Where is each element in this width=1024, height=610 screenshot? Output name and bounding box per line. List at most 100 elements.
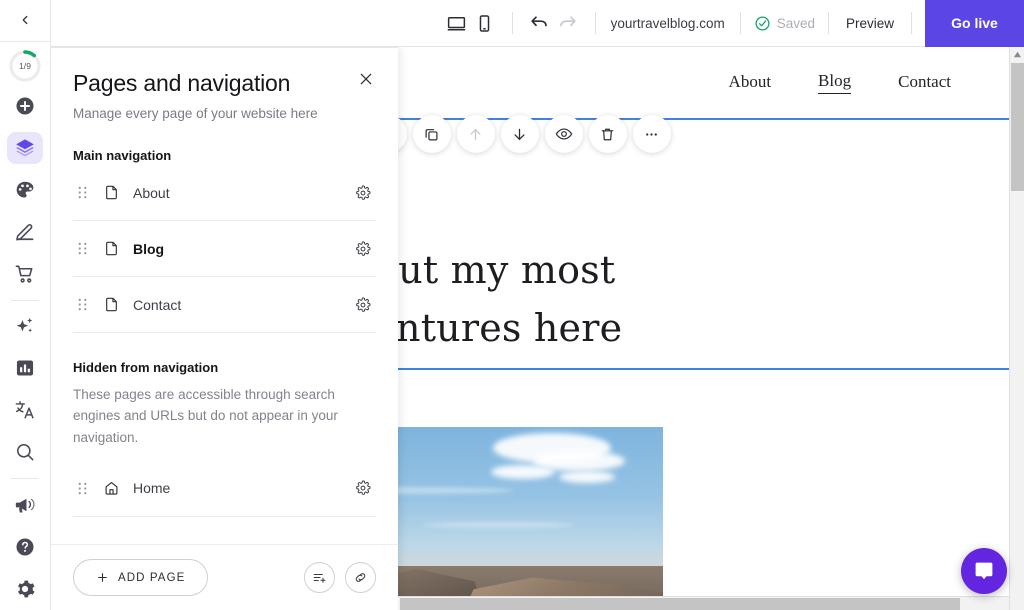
megaphone-icon [14, 494, 36, 516]
site-nav-contact[interactable]: Contact [898, 72, 951, 94]
rail-divider [11, 300, 39, 301]
layers-icon [14, 137, 36, 159]
add-page-label: ADD PAGE [118, 572, 185, 584]
drag-handle-icon[interactable] [73, 481, 91, 496]
mobile-view-button[interactable] [471, 9, 499, 37]
sidebar-item-design[interactable] [7, 174, 43, 206]
sidebar-item-edit[interactable] [7, 216, 43, 248]
website-builder-window: 1/9 [0, 0, 1024, 610]
page-settings-button[interactable] [350, 480, 376, 496]
back-button[interactable] [0, 0, 51, 42]
add-menu-item-button[interactable] [304, 562, 335, 593]
drag-dots-icon [77, 481, 88, 496]
translate-icon [14, 399, 36, 421]
undo-icon [529, 13, 550, 34]
chat-bubble-icon [972, 559, 996, 583]
mobile-icon [474, 13, 495, 34]
setup-progress-ring[interactable]: 1/9 [8, 49, 42, 83]
scroll-up-arrow-icon[interactable] [1010, 47, 1024, 62]
close-panel-button[interactable] [354, 67, 378, 91]
ellipsis-icon [643, 126, 660, 143]
sidebar-item-settings[interactable] [7, 573, 43, 605]
list-item[interactable]: Blog [73, 221, 376, 277]
site-nav-about[interactable]: About [729, 72, 772, 94]
vertical-scroll-thumb[interactable] [1011, 63, 1024, 191]
sidebar-item-store[interactable] [7, 258, 43, 290]
page-title: Pages and navigation [73, 70, 376, 97]
progress-label: 1/9 [19, 61, 31, 71]
chat-widget-button[interactable] [961, 548, 1007, 594]
home-page-icon [91, 480, 131, 497]
document-icon [103, 184, 120, 201]
page-settings-button[interactable] [350, 241, 376, 257]
plus-icon [96, 571, 109, 584]
site-navigation: About Blog Contact [729, 71, 951, 94]
trash-icon [599, 126, 616, 143]
list-item[interactable]: Home [73, 461, 376, 517]
page-icon [91, 296, 131, 313]
toolbar-divider [595, 12, 596, 34]
move-section-up-button[interactable] [457, 115, 495, 153]
page-settings-button[interactable] [350, 185, 376, 201]
preview-button[interactable]: Preview [842, 16, 898, 31]
sidebar-item-marketing[interactable] [7, 489, 43, 521]
link-icon [353, 570, 368, 585]
page-settings-button[interactable] [350, 297, 376, 313]
list-item[interactable]: Contact [73, 277, 376, 333]
add-link-button[interactable] [345, 562, 376, 593]
redo-button[interactable] [554, 9, 582, 37]
viewport-toggle-group [443, 0, 499, 47]
page-label: About [131, 185, 350, 201]
hidden-navigation-description: These pages are accessible through searc… [73, 384, 341, 448]
toolbar-divider [828, 12, 829, 34]
home-icon [103, 480, 120, 497]
gear-icon [355, 241, 371, 257]
eye-icon [555, 125, 573, 143]
toolbar-divider [740, 12, 741, 34]
delete-section-button[interactable] [589, 115, 627, 153]
site-nav-blog[interactable]: Blog [818, 71, 851, 94]
toolbar-divider [911, 12, 912, 34]
drag-dots-icon [77, 297, 88, 312]
save-status: Saved [754, 15, 815, 32]
gear-icon [355, 297, 371, 313]
panel-header: Pages and navigation Manage every page o… [51, 48, 398, 121]
vertical-scrollbar[interactable] [1009, 47, 1024, 610]
search-icon [14, 441, 36, 463]
sidebar-item-pages-and-navigation[interactable] [7, 132, 43, 164]
drag-handle-icon[interactable] [73, 297, 91, 312]
add-page-button[interactable]: ADD PAGE [73, 559, 208, 596]
more-options-button[interactable] [633, 115, 671, 153]
hidden-navigation-heading: Hidden from navigation [73, 360, 376, 375]
save-status-label: Saved [777, 16, 815, 31]
hidden-from-navigation-group: Hidden from navigation These pages are a… [73, 360, 376, 517]
site-url[interactable]: yourtravelblog.com [609, 16, 727, 31]
sidebar-item-ai-tools[interactable] [7, 310, 43, 342]
sidebar-item-add-element[interactable] [7, 90, 43, 122]
toggle-section-visibility-button[interactable] [545, 115, 583, 153]
top-toolbar: yourtravelblog.com Saved Preview Go live [51, 0, 1024, 47]
horizontal-scroll-thumb[interactable] [400, 598, 960, 610]
redo-icon [557, 13, 578, 34]
sidebar-item-translate[interactable] [7, 394, 43, 426]
arrow-up-icon [467, 126, 484, 143]
page-icon [91, 240, 131, 257]
go-live-button[interactable]: Go live [925, 0, 1024, 47]
sidebar-item-analytics[interactable] [7, 352, 43, 384]
drag-handle-icon[interactable] [73, 185, 91, 200]
desktop-view-button[interactable] [443, 9, 471, 37]
chart-icon [14, 357, 36, 379]
drag-handle-icon[interactable] [73, 241, 91, 256]
undo-button[interactable] [526, 9, 554, 37]
page-icon [91, 184, 131, 201]
list-item[interactable]: About [73, 165, 376, 221]
page-label: Contact [131, 297, 350, 313]
move-section-down-button[interactable] [501, 115, 539, 153]
horizontal-scrollbar[interactable] [398, 596, 1009, 610]
duplicate-section-button[interactable] [413, 115, 451, 153]
sidebar-item-help[interactable] [7, 531, 43, 563]
sidebar-item-search[interactable] [7, 436, 43, 468]
panel-body: Main navigation About [51, 121, 398, 544]
toolbar-divider [512, 12, 513, 34]
cart-icon [14, 263, 36, 285]
